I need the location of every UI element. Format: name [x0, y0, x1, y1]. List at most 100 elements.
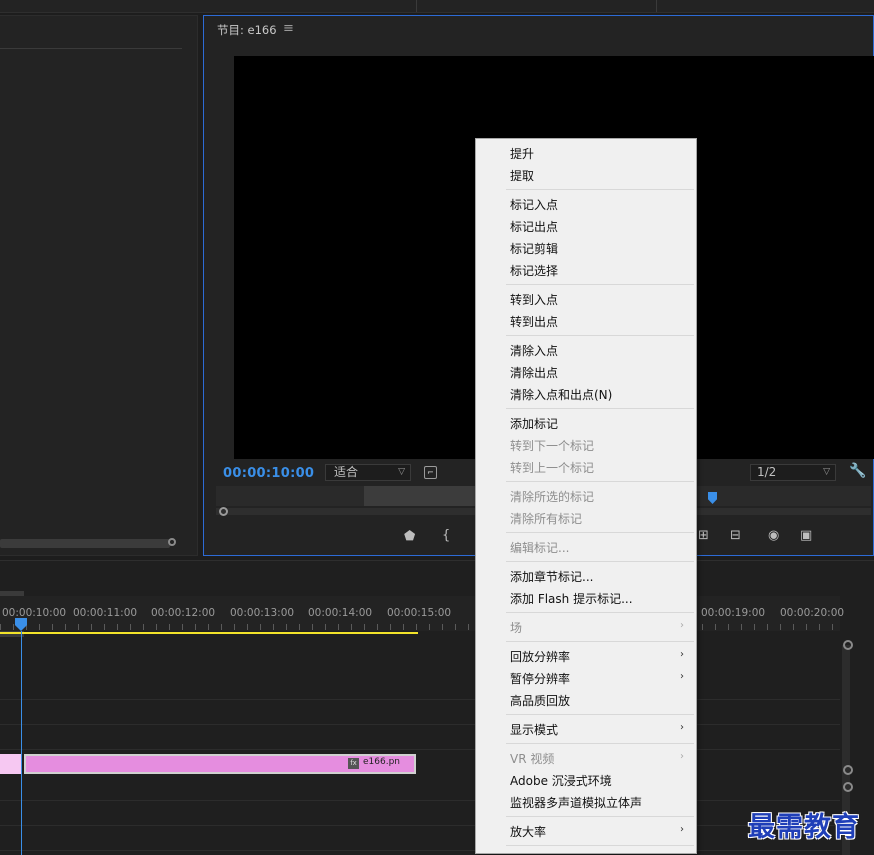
menu-separator	[506, 284, 694, 285]
menu-separator	[506, 743, 694, 744]
fit-select-value: 适合	[334, 465, 359, 479]
menu-item-field[interactable]: 场	[510, 619, 522, 636]
watermark-logo: 最需教育	[748, 812, 860, 843]
track-row	[0, 827, 840, 851]
mark-in-icon[interactable]: {	[442, 528, 450, 543]
add-marker-icon[interactable]: ⬟	[404, 529, 415, 544]
menu-item-clear-all-markers[interactable]: 清除所有标记	[510, 510, 582, 527]
submenu-arrow-icon: ›	[680, 671, 684, 682]
ruler-ticks	[0, 624, 840, 630]
playback-resolution-select[interactable]: 1/2 ▽	[750, 464, 836, 481]
menu-item-mark-selection[interactable]: 标记选择	[510, 262, 558, 279]
camera-export-frame-icon[interactable]: ◉	[768, 528, 779, 543]
ruler-label: 00:00:10:00	[2, 607, 67, 619]
menu-separator	[506, 189, 694, 190]
comparison-view-icon[interactable]: ▣	[800, 528, 812, 543]
extract-icon[interactable]: ⊟	[730, 528, 741, 543]
menu-separator	[506, 408, 694, 409]
menu-item-extract[interactable]: 提取	[510, 167, 534, 184]
menu-item-vr-video[interactable]: VR 视频	[510, 750, 554, 767]
fit-select[interactable]: 适合 ▽	[325, 464, 411, 481]
submenu-arrow-icon: ›	[680, 824, 684, 835]
menu-item-mark-clip[interactable]: 标记剪辑	[510, 240, 558, 257]
video-clip[interactable]: fx e166.pn	[24, 754, 416, 774]
menu-separator	[506, 561, 694, 562]
menu-item-playback-resolution[interactable]: 回放分辨率	[510, 648, 570, 665]
chevron-down-icon: ▽	[823, 467, 830, 477]
work-area-bar[interactable]	[0, 632, 418, 634]
ruler-label: 00:00:19:00	[701, 607, 766, 619]
submenu-arrow-icon: ›	[680, 649, 684, 660]
menu-separator	[506, 816, 694, 817]
ruler-label: 00:00:20:00	[780, 607, 845, 619]
panel-header-divider	[0, 48, 182, 49]
menu-item-paused-resolution[interactable]: 暂停分辨率	[510, 670, 570, 687]
wrench-settings-icon[interactable]: 🔧	[849, 463, 866, 479]
ruler-label: 00:00:13:00	[230, 607, 295, 619]
submenu-arrow-icon: ›	[680, 751, 684, 762]
menu-item-previous-marker[interactable]: 转到上一个标记	[510, 459, 594, 476]
menu-item-clear-in-out[interactable]: 清除入点和出点(N)	[510, 386, 612, 403]
lift-icon[interactable]: ⊞	[698, 528, 709, 543]
in-out-range	[364, 486, 479, 506]
submenu-arrow-icon: ›	[680, 722, 684, 733]
menu-separator	[506, 714, 694, 715]
menu-item-multichannel-stereo[interactable]: 监视器多声道模拟立体声	[510, 794, 642, 811]
source-zoom-handle[interactable]	[168, 538, 176, 546]
panel-menu-icon[interactable]: ≡	[283, 21, 294, 36]
menu-item-next-marker[interactable]: 转到下一个标记	[510, 437, 594, 454]
track-row	[0, 676, 840, 700]
source-panel	[0, 15, 198, 556]
menu-separator	[506, 532, 694, 533]
menu-separator	[506, 845, 694, 846]
menu-item-clear-in[interactable]: 清除入点	[510, 342, 558, 359]
menu-separator	[506, 481, 694, 482]
menu-item-add-marker[interactable]: 添加标记	[510, 415, 558, 432]
menu-item-go-to-in[interactable]: 转到入点	[510, 291, 558, 308]
timeline-panel: 00:00:10:00 00:00:11:00 00:00:12:00 00:0…	[0, 560, 874, 855]
resolution-value: 1/2	[757, 465, 777, 479]
track-row	[0, 802, 840, 826]
menu-item-clear-selected-marker[interactable]: 清除所选的标记	[510, 488, 594, 505]
track-row	[0, 777, 840, 801]
menu-item-adobe-immersive[interactable]: Adobe 沉浸式环境	[510, 772, 612, 789]
menu-item-add-flash-marker[interactable]: 添加 Flash 提示标记...	[510, 590, 633, 607]
menu-separator	[506, 612, 694, 613]
menu-item-edit-marker[interactable]: 编辑标记...	[510, 539, 569, 556]
program-monitor-title[interactable]: 节目: e166	[217, 22, 277, 38]
scroll-handle-bottom[interactable]	[843, 765, 853, 775]
panel-divider	[656, 0, 657, 12]
ruler-label: 00:00:15:00	[387, 607, 452, 619]
source-scrollbar[interactable]	[0, 539, 170, 548]
menu-item-clear-out[interactable]: 清除出点	[510, 364, 558, 381]
menu-separator	[506, 641, 694, 642]
submenu-arrow-icon: ›	[680, 620, 684, 631]
previous-clip[interactable]	[0, 754, 22, 774]
panel-divider	[416, 0, 417, 12]
menu-item-go-to-out[interactable]: 转到出点	[510, 313, 558, 330]
top-panel-strip	[0, 0, 874, 13]
safe-margins-icon[interactable]: ⌐	[424, 466, 437, 479]
menu-item-lift[interactable]: 提升	[510, 145, 534, 162]
context-menu: 提升 提取 标记入点 标记出点 标记剪辑 标记选择 转到入点 转到出点 清除入点…	[475, 138, 697, 854]
fx-badge: fx	[348, 758, 359, 769]
scroll-handle-top[interactable]	[843, 640, 853, 650]
ruler-label: 00:00:12:00	[151, 607, 216, 619]
chevron-down-icon: ▽	[398, 467, 405, 477]
menu-item-display-mode[interactable]: 显示模式	[510, 721, 558, 738]
menu-item-mark-in[interactable]: 标记入点	[510, 196, 558, 213]
menu-item-add-chapter-marker[interactable]: 添加章节标记...	[510, 568, 593, 585]
ruler-label: 00:00:11:00	[73, 607, 138, 619]
ruler-label: 00:00:14:00	[308, 607, 373, 619]
playhead-timecode[interactable]: 00:00:10:00	[223, 466, 314, 481]
track-row	[0, 726, 840, 750]
scroll-handle[interactable]	[843, 782, 853, 792]
menu-item-mark-out[interactable]: 标记出点	[510, 218, 558, 235]
zoom-bar-handle[interactable]	[219, 507, 228, 516]
clip-name: e166.pn	[363, 757, 400, 767]
menu-separator	[506, 335, 694, 336]
track-row	[0, 701, 840, 725]
menu-item-high-quality-playback[interactable]: 高品质回放	[510, 692, 570, 709]
menu-item-magnification[interactable]: 放大率	[510, 823, 546, 840]
playhead-line	[21, 631, 22, 855]
